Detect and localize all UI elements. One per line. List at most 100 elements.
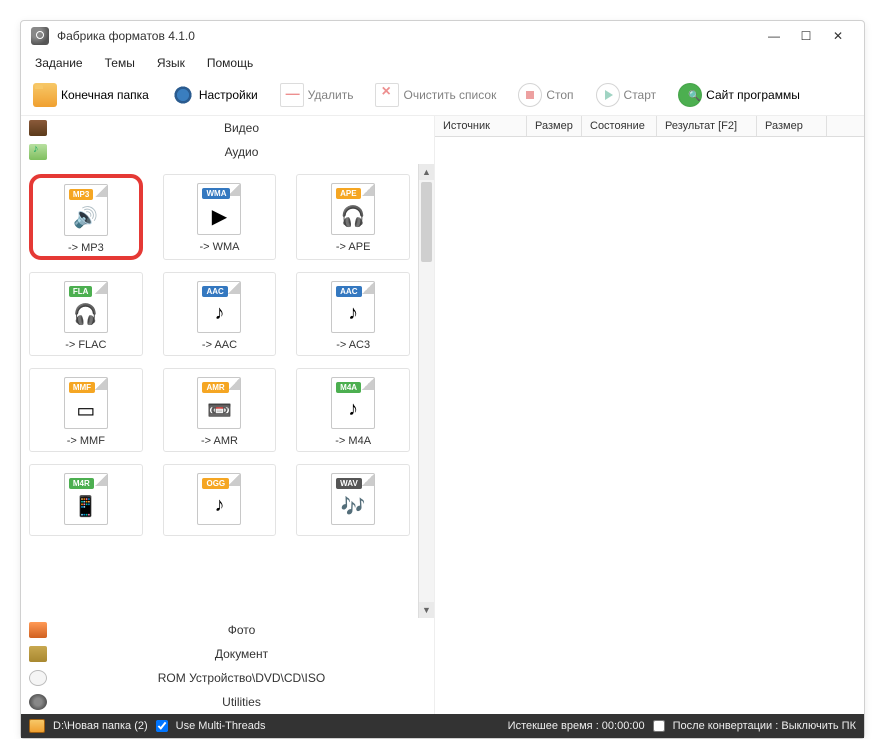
category-video[interactable]: Видео [21, 116, 434, 140]
start-button[interactable]: Старт [590, 79, 663, 111]
format-label: -> AC3 [336, 339, 370, 351]
clear-list-button[interactable]: Очистить список [369, 79, 502, 111]
site-button[interactable]: Сайт программы [672, 79, 806, 111]
file-icon: MP3🔊 [64, 184, 108, 236]
scroll-track[interactable] [419, 264, 434, 602]
format-wma-1[interactable]: WMA▶-> WMA [163, 174, 277, 260]
menu-themes[interactable]: Темы [101, 54, 139, 72]
after-conversion-label: После конвертации : Выключить ПК [673, 720, 856, 732]
file-icon: APE🎧 [331, 183, 375, 235]
scroll-up-button[interactable]: ▲ [419, 164, 434, 180]
format-tag: AMR [202, 382, 228, 393]
rom-label: ROM Устройство\DVD\CD\ISO [57, 671, 426, 685]
column-header[interactable]: Источник [435, 116, 527, 136]
format-glyph-icon: ♪ [198, 302, 240, 325]
format-glyph-icon: ♪ [198, 494, 240, 517]
after-conversion-checkbox[interactable] [653, 720, 665, 732]
delete-label: Удалить [308, 88, 354, 102]
video-label: Видео [57, 121, 426, 135]
format-m4r-9[interactable]: M4R 📱 [29, 464, 143, 536]
file-icon: M4A♪ [331, 377, 375, 429]
formats-grid: MP3🔊 -> MP3 WMA▶-> WMA APE🎧 -> APE FLA 🎧 -> FLA… [21, 164, 418, 618]
status-path: D:\Новая папка (2) [53, 720, 148, 732]
format-tag: MMF [69, 382, 95, 393]
menu-language[interactable]: Язык [153, 54, 189, 72]
file-icon: WAV 🎶 [331, 473, 375, 525]
scroll-down-button[interactable]: ▼ [419, 602, 434, 618]
scroll-thumb[interactable] [421, 182, 432, 262]
column-headers: ИсточникРазмерСостояниеРезультат [F2]Раз… [435, 116, 864, 137]
formats-area: MP3🔊 -> MP3 WMA▶-> WMA APE🎧 -> APE FLA 🎧 -> FLA… [21, 164, 434, 618]
close-button[interactable]: ✕ [822, 25, 854, 47]
right-pane: ИсточникРазмерСостояниеРезультат [F2]Раз… [435, 116, 864, 714]
format-aac-4[interactable]: AAC ♪ -> AAC [163, 272, 277, 356]
format-aac-5[interactable]: AAC♪-> AC3 [296, 272, 410, 356]
format-tag: WAV [336, 478, 362, 489]
statusbar: D:\Новая папка (2) Use Multi-Threads Ист… [21, 714, 864, 738]
multithreads-checkbox[interactable] [156, 720, 168, 732]
stop-button[interactable]: Стоп [512, 79, 579, 111]
delete-button[interactable]: Удалить [274, 79, 360, 111]
format-m4a-8[interactable]: M4A♪-> M4A [296, 368, 410, 452]
disc-icon [29, 670, 47, 686]
column-header[interactable]: Состояние [582, 116, 657, 136]
file-icon: M4R 📱 [64, 473, 108, 525]
format-ape-2[interactable]: APE🎧 -> APE [296, 174, 410, 260]
gear-icon [171, 83, 195, 107]
globe-icon [678, 83, 702, 107]
settings-button[interactable]: Настройки [165, 79, 264, 111]
maximize-button[interactable]: ☐ [790, 25, 822, 47]
category-audio[interactable]: Аудио [21, 140, 434, 164]
elapsed-time: Истекшее время : 00:00:00 [508, 720, 645, 732]
video-icon [29, 120, 47, 136]
utilities-label: Utilities [57, 695, 426, 709]
format-tag: WMA [202, 188, 230, 199]
format-mmf-6[interactable]: MMF▭-> MMF [29, 368, 143, 452]
format-mp3-0[interactable]: MP3🔊 -> MP3 [29, 174, 143, 260]
menu-help[interactable]: Помощь [203, 54, 257, 72]
format-label: -> APE [336, 241, 371, 253]
folder-icon [33, 83, 57, 107]
column-header[interactable]: Результат [F2] [657, 116, 757, 136]
format-glyph-icon: 🎶 [332, 494, 374, 519]
category-photo[interactable]: Фото [21, 618, 434, 642]
format-tag: AAC [202, 286, 227, 297]
formats-scrollbar[interactable]: ▲ ▼ [418, 164, 434, 618]
result-list [435, 137, 864, 714]
format-glyph-icon: 🎧 [65, 302, 107, 327]
format-ogg-10[interactable]: OGG♪ [163, 464, 277, 536]
format-wav-11[interactable]: WAV 🎶 [296, 464, 410, 536]
minimize-button[interactable]: — [758, 25, 790, 47]
gear-small-icon [29, 694, 47, 710]
output-folder-button[interactable]: Конечная папка [27, 79, 155, 111]
status-folder-icon[interactable] [29, 719, 45, 733]
format-tag: M4R [69, 478, 94, 489]
format-label: -> MP3 [68, 242, 104, 254]
menu-task[interactable]: Задание [31, 54, 87, 72]
audio-label: Аудио [57, 145, 426, 159]
left-pane: Видео Аудио MP3🔊 -> MP3 WMA▶-> WMA APE🎧 -> A… [21, 116, 435, 714]
document-icon [29, 646, 47, 662]
format-tag: FLA [69, 286, 93, 297]
format-amr-7[interactable]: AMR📼-> AMR [163, 368, 277, 452]
photo-icon [29, 622, 47, 638]
delete-icon [280, 83, 304, 107]
column-header[interactable]: Размер [527, 116, 582, 136]
site-label: Сайт программы [706, 88, 800, 102]
menubar: Задание Темы Язык Помощь [21, 51, 864, 75]
format-tag: M4A [336, 382, 361, 393]
format-label: -> FLAC [65, 339, 106, 351]
file-icon: OGG♪ [197, 473, 241, 525]
category-rom[interactable]: ROM Устройство\DVD\CD\ISO [21, 666, 434, 690]
window-title: Фабрика форматов 4.1.0 [57, 29, 758, 43]
format-glyph-icon: ♪ [332, 302, 374, 325]
format-glyph-icon: 📱 [65, 494, 107, 519]
format-label: -> AMR [201, 435, 238, 447]
column-header[interactable]: Размер [757, 116, 827, 136]
category-document[interactable]: Документ [21, 642, 434, 666]
format-label: -> AAC [202, 339, 237, 351]
category-utilities[interactable]: Utilities [21, 690, 434, 714]
document-label: Документ [57, 647, 426, 661]
format-fla-3[interactable]: FLA 🎧 -> FLAC [29, 272, 143, 356]
main-content: Видео Аудио MP3🔊 -> MP3 WMA▶-> WMA APE🎧 -> A… [21, 116, 864, 714]
